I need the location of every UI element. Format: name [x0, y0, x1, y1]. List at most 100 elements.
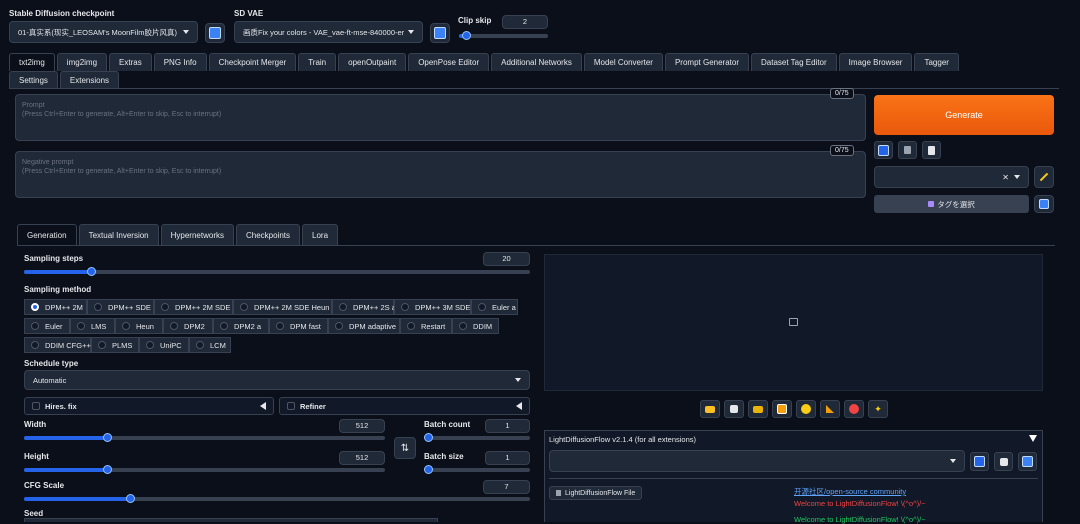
- radio-dpmpp-2m-sde-heun[interactable]: DPM++ 2M SDE Heun: [233, 299, 332, 315]
- radio-dpm2-a[interactable]: DPM2 a: [213, 318, 269, 334]
- slider-handle[interactable]: [462, 31, 471, 40]
- style-apply-button[interactable]: [874, 141, 893, 159]
- cfg-scale-input[interactable]: 7: [483, 480, 530, 494]
- checkpoint-dropdown[interactable]: 01-真实系(现实_LEOSAM's MoonFilm胶片风真): [9, 21, 198, 43]
- schedule-type-dropdown[interactable]: Automatic: [24, 370, 530, 390]
- zip-button[interactable]: [748, 400, 768, 418]
- open-folder-button[interactable]: [700, 400, 720, 418]
- tab-prompt-generator[interactable]: Prompt Generator: [664, 53, 749, 71]
- tab-lora[interactable]: Lora: [302, 224, 339, 245]
- radio-ddim-cfgpp[interactable]: DDIM CFG++: [24, 337, 91, 353]
- radio-dpm-adaptive[interactable]: DPM adaptive: [328, 318, 400, 334]
- width-slider[interactable]: [24, 433, 385, 442]
- tab-train[interactable]: Train: [298, 53, 337, 71]
- slider-handle[interactable]: [103, 465, 112, 474]
- tag-select-button[interactable]: タグを選択: [874, 195, 1029, 213]
- sampling-steps-input[interactable]: 20: [483, 252, 530, 266]
- clip-skip-input[interactable]: 2: [502, 15, 548, 29]
- slider-handle[interactable]: [424, 465, 433, 474]
- ldf-apply-button[interactable]: [970, 452, 989, 471]
- clear-prompt-button[interactable]: [898, 141, 917, 159]
- tab-openpose-editor[interactable]: OpenPose Editor: [408, 53, 490, 71]
- tab-txt2img[interactable]: txt2img: [9, 53, 55, 71]
- prompt-textarea[interactable]: Prompt (Press Ctrl+Enter to generate, Alt…: [15, 94, 866, 141]
- paste-button[interactable]: [922, 141, 941, 159]
- radio-lcm[interactable]: LCM: [189, 337, 231, 353]
- clip-skip-slider[interactable]: [459, 31, 548, 40]
- slider-handle[interactable]: [87, 267, 96, 276]
- radio-euler[interactable]: Euler: [24, 318, 70, 334]
- radio-dpmpp-2m[interactable]: DPM++ 2M: [24, 299, 87, 315]
- send-to-extras-button[interactable]: [820, 400, 840, 418]
- radio-dpm2[interactable]: DPM2: [163, 318, 213, 334]
- refresh-checkpoint-button[interactable]: [205, 23, 225, 43]
- ldf-file-button[interactable]: LightDiffusionFlow File: [549, 486, 643, 500]
- radio-dpmpp-3m-sde[interactable]: DPM++ 3M SDE: [394, 299, 471, 315]
- hires-fix-checkbox[interactable]: [32, 402, 40, 410]
- tab-checkpoints[interactable]: Checkpoints: [235, 224, 301, 245]
- refiner-checkbox[interactable]: [287, 402, 295, 410]
- edit-styles-button[interactable]: [1034, 166, 1054, 188]
- radio-dpm-fast[interactable]: DPM fast: [269, 318, 328, 334]
- tag-refresh-button[interactable]: [1034, 195, 1054, 213]
- refiner-panel[interactable]: Refiner: [279, 397, 530, 415]
- slider-handle[interactable]: [424, 433, 433, 442]
- radio-plms[interactable]: PLMS: [91, 337, 139, 353]
- generate-button[interactable]: Generate: [874, 95, 1054, 135]
- tab-hypernetworks[interactable]: Hypernetworks: [160, 224, 234, 245]
- send-to-img2img-button[interactable]: [772, 400, 792, 418]
- radio-ddim[interactable]: DDIM: [452, 318, 499, 334]
- radio-dpmpp-sde[interactable]: DPM++ SDE: [87, 299, 154, 315]
- styles-dropdown[interactable]: ✕: [874, 166, 1029, 188]
- seed-input[interactable]: [24, 518, 438, 522]
- tab-generation[interactable]: Generation: [17, 224, 77, 245]
- close-icon[interactable]: ✕: [1002, 173, 1009, 182]
- hires-fix-panel[interactable]: Hires. fix: [24, 397, 274, 415]
- width-input[interactable]: 512: [339, 419, 385, 433]
- ldf-save-button[interactable]: [994, 452, 1013, 471]
- radio-euler-a[interactable]: Euler a: [471, 299, 518, 315]
- cfg-scale-slider[interactable]: [24, 494, 530, 503]
- tab-extras[interactable]: Extras: [109, 53, 152, 71]
- sparkle-button[interactable]: ✦: [868, 400, 888, 418]
- batch-size-input[interactable]: 1: [485, 451, 530, 465]
- refresh-vae-button[interactable]: [430, 23, 450, 43]
- tab-img2img[interactable]: img2img: [56, 53, 108, 71]
- radio-restart[interactable]: Restart: [400, 318, 452, 334]
- extras-button[interactable]: [844, 400, 864, 418]
- send-to-inpaint-button[interactable]: [796, 400, 816, 418]
- batch-count-input[interactable]: 1: [485, 419, 530, 433]
- lightdiffusionflow-dropdown[interactable]: [549, 450, 965, 472]
- radio-heun[interactable]: Heun: [115, 318, 163, 334]
- slider-handle[interactable]: [103, 433, 112, 442]
- ldf-refresh-button[interactable]: [1018, 452, 1037, 471]
- community-link[interactable]: 开源社区/open-source community: [794, 486, 906, 497]
- slider-handle[interactable]: [126, 494, 135, 503]
- tab-settings[interactable]: Settings: [9, 71, 58, 89]
- height-slider[interactable]: [24, 465, 385, 474]
- radio-dpmpp-2s-a[interactable]: DPM++ 2S a: [332, 299, 396, 315]
- tab-textual-inversion[interactable]: Textual Inversion: [78, 224, 159, 245]
- tab-model-converter[interactable]: Model Converter: [583, 53, 663, 71]
- radio-unipc[interactable]: UniPC: [139, 337, 189, 353]
- sampling-method-label: Sampling method: [24, 285, 92, 294]
- radio-lms[interactable]: LMS: [70, 318, 115, 334]
- tab-tagger[interactable]: Tagger: [914, 53, 959, 71]
- tab-dataset-tag-editor[interactable]: Dataset Tag Editor: [751, 53, 837, 71]
- height-input[interactable]: 512: [339, 451, 385, 465]
- tab-png-info[interactable]: PNG Info: [153, 53, 207, 71]
- tab-openoutpaint[interactable]: openOutpaint: [338, 53, 407, 71]
- tab-additional-networks[interactable]: Additional Networks: [491, 53, 582, 71]
- save-button[interactable]: [724, 400, 744, 418]
- vae-dropdown[interactable]: 画质Fix your colors - VAE_vae-ft-mse-84000…: [234, 21, 423, 43]
- negative-prompt-textarea[interactable]: Negative prompt (Press Ctrl+Enter to gene…: [15, 151, 866, 198]
- radio-dpmpp-2m-sde[interactable]: DPM++ 2M SDE: [154, 299, 233, 315]
- sampling-steps-slider[interactable]: [24, 267, 530, 276]
- collapse-triangle-icon[interactable]: [1029, 435, 1037, 442]
- batch-count-slider[interactable]: [424, 433, 530, 442]
- batch-size-slider[interactable]: [424, 465, 530, 474]
- swap-dimensions-button[interactable]: ⇅: [394, 437, 416, 459]
- tab-image-browser[interactable]: Image Browser: [838, 53, 913, 71]
- tab-checkpoint-merger[interactable]: Checkpoint Merger: [208, 53, 297, 71]
- tab-extensions[interactable]: Extensions: [59, 71, 120, 89]
